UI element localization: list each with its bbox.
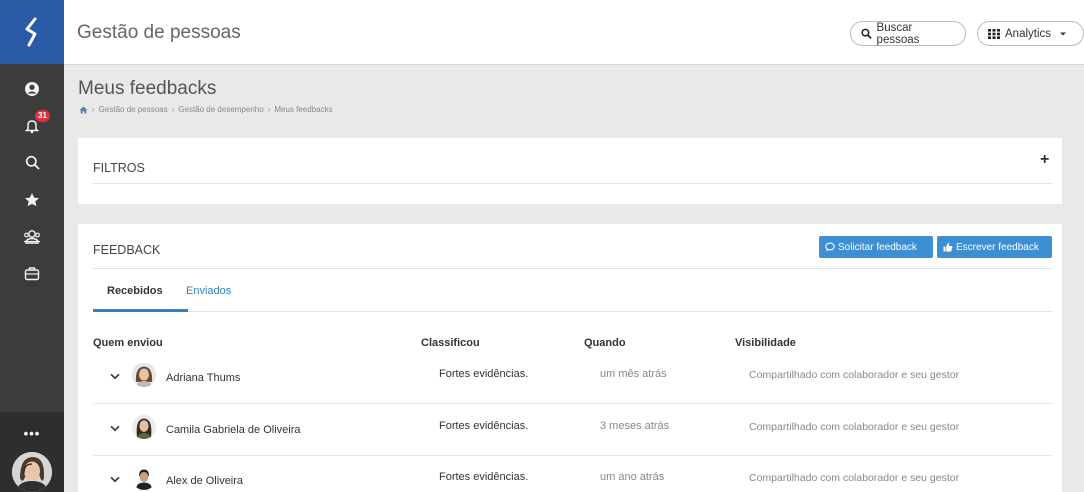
table-row: Adriana Thums Fortes evidências. um mês … bbox=[93, 352, 1052, 404]
star-icon bbox=[25, 192, 39, 206]
user-avatar[interactable] bbox=[12, 452, 52, 492]
breadcrumb-separator: › bbox=[171, 105, 175, 114]
feedback-title: FEEDBACK bbox=[93, 243, 161, 257]
sidebar-item-work[interactable] bbox=[0, 255, 64, 292]
filters-title: FILTROS bbox=[93, 161, 145, 175]
request-feedback-button[interactable]: Solicitar feedback bbox=[819, 236, 933, 258]
classification-value: Fortes evidências. bbox=[439, 368, 529, 380]
breadcrumb-item-gestao-desempenho[interactable]: Gestão de desempenho bbox=[178, 105, 263, 114]
sidebar-item-favorites[interactable] bbox=[0, 181, 64, 218]
filters-expand-button[interactable]: + bbox=[1040, 151, 1049, 169]
sidebar-item-notifications[interactable]: 31 bbox=[0, 107, 64, 144]
visibility-value: Compartilhado com colaborador e seu gest… bbox=[749, 369, 960, 381]
home-icon[interactable] bbox=[79, 106, 88, 114]
column-header-sender: Quem enviou bbox=[93, 337, 163, 349]
topbar: Gestão de pessoas Buscar pessoas Analyti… bbox=[64, 0, 1084, 65]
avatar bbox=[132, 466, 156, 490]
user-circle-icon bbox=[25, 81, 39, 96]
analytics-dropdown[interactable]: Analytics bbox=[977, 21, 1084, 46]
table-row: Alex de Oliveira Fortes evidências. um a… bbox=[93, 455, 1052, 492]
people-icon bbox=[24, 229, 40, 244]
when-value: um ano atrás bbox=[600, 471, 665, 483]
grid-icon bbox=[988, 28, 1000, 39]
column-header-when: Quando bbox=[584, 337, 626, 349]
chevron-down-icon[interactable] bbox=[110, 476, 120, 483]
sender-name: Camila Gabriela de Oliveira bbox=[166, 424, 301, 436]
sidebar-item-profile[interactable] bbox=[0, 70, 64, 107]
classification-value: Fortes evidências. bbox=[439, 420, 529, 432]
analytics-label: Analytics bbox=[1005, 27, 1052, 40]
when-value: um mês atrás bbox=[600, 368, 667, 380]
classification-value: Fortes evidências. bbox=[439, 471, 529, 483]
app-title: Gestão de pessoas bbox=[77, 22, 241, 43]
search-icon bbox=[25, 155, 39, 170]
logo-icon bbox=[25, 17, 37, 47]
app-logo[interactable] bbox=[0, 0, 64, 64]
thumbs-up-icon bbox=[943, 242, 953, 252]
sidebar-item-people[interactable] bbox=[0, 218, 64, 255]
tab-enviados[interactable]: Enviados bbox=[186, 285, 231, 297]
caret-down-icon bbox=[1060, 32, 1067, 35]
when-value: 3 meses atrás bbox=[600, 420, 670, 432]
active-tab-indicator bbox=[93, 309, 188, 312]
write-feedback-label: Escrever feedback bbox=[956, 241, 1039, 253]
write-feedback-button[interactable]: Escrever feedback bbox=[937, 236, 1052, 258]
briefcase-icon bbox=[24, 267, 40, 281]
avatar-photo bbox=[132, 363, 156, 387]
request-feedback-label: Solicitar feedback bbox=[838, 241, 917, 253]
page-title: Meus feedbacks bbox=[78, 78, 217, 99]
breadcrumb-item-current: Meus feedbacks bbox=[274, 105, 333, 114]
sidebar-item-search[interactable] bbox=[0, 144, 64, 181]
sidebar: 31 ••• bbox=[0, 0, 64, 492]
user-avatar-photo bbox=[12, 452, 52, 492]
more-menu-button[interactable]: ••• bbox=[0, 412, 64, 452]
search-people-label: Buscar pessoas bbox=[876, 21, 920, 46]
chat-bubble-icon bbox=[825, 242, 835, 252]
avatar bbox=[132, 363, 156, 387]
breadcrumb-separator: › bbox=[92, 105, 95, 114]
notification-badge: 31 bbox=[35, 110, 50, 122]
sidebar-bottom: ••• bbox=[0, 412, 64, 492]
visibility-value: Compartilhado com colaborador e seu gest… bbox=[749, 472, 960, 484]
sender-name: Adriana Thums bbox=[166, 372, 241, 384]
visibility-value: Compartilhado com colaborador e seu gest… bbox=[749, 421, 960, 433]
search-icon bbox=[861, 28, 872, 39]
avatar-photo bbox=[132, 466, 156, 490]
filters-card: FILTROS + bbox=[78, 138, 1062, 204]
divider bbox=[93, 268, 1052, 269]
breadcrumb-item-gestao-pessoas[interactable]: Gestão de pessoas bbox=[99, 105, 168, 114]
chevron-down-icon[interactable] bbox=[110, 373, 120, 380]
sender-name: Alex de Oliveira bbox=[166, 475, 244, 487]
avatar bbox=[132, 415, 156, 439]
feedback-card: FEEDBACK Solicitar feedback Escrever fee… bbox=[78, 224, 1062, 492]
column-header-visibility: Visibilidade bbox=[735, 337, 796, 349]
avatar-photo bbox=[132, 415, 156, 439]
table-row: Camila Gabriela de Oliveira Fortes evidê… bbox=[93, 404, 1052, 456]
divider bbox=[93, 183, 1052, 184]
tab-recebidos[interactable]: Recebidos bbox=[107, 285, 163, 297]
breadcrumb: › Gestão de pessoas › Gestão de desempen… bbox=[79, 105, 333, 114]
breadcrumb-separator: › bbox=[267, 105, 271, 114]
search-people-button[interactable]: Buscar pessoas bbox=[850, 21, 966, 46]
feedback-tabs: Recebidos Enviados bbox=[93, 280, 1052, 312]
chevron-down-icon[interactable] bbox=[110, 425, 120, 432]
column-header-classification: Classificou bbox=[421, 337, 480, 349]
